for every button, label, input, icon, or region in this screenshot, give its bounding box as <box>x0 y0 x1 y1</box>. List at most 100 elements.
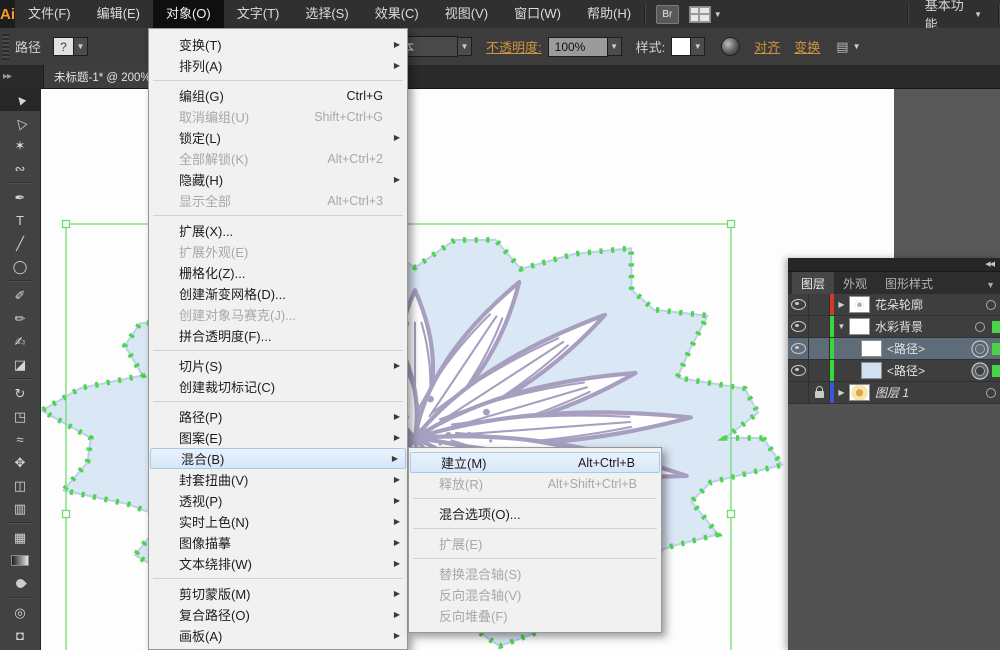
opacity-dropdown[interactable]: ▼ <box>607 37 622 56</box>
lock-toggle[interactable] <box>809 316 830 337</box>
menubar-item[interactable]: 窗口(W) <box>501 0 574 28</box>
layer-thumbnail[interactable] <box>849 384 870 401</box>
visibility-toggle[interactable] <box>788 360 809 381</box>
expand-toggle[interactable]: ▶ <box>834 300 849 309</box>
object-menu-item[interactable]: 栅格化(Z)... <box>149 262 407 283</box>
menubar-item[interactable]: 帮助(H) <box>574 0 644 28</box>
panel-grip[interactable] <box>2 33 9 60</box>
object-menu-item[interactable]: 创建裁切标记(C) <box>149 376 407 397</box>
blend-submenu-item[interactable]: 反向堆叠(F) <box>409 605 661 626</box>
target-indicator[interactable] <box>982 299 1000 310</box>
layer-name[interactable]: 水彩背景 <box>875 318 971 335</box>
opacity-link[interactable]: 不透明度: <box>486 37 542 56</box>
object-menu-item[interactable]: 图像描摹 ▶ <box>149 532 407 553</box>
shape-builder-tool[interactable]: ◫ <box>0 474 40 497</box>
object-menu-item[interactable]: 创建对象马赛克(J)... <box>149 304 407 325</box>
selection-tool[interactable]: ▲ <box>0 88 40 111</box>
object-menu-item-highlighted[interactable]: 混合(B) ▶ <box>150 448 406 469</box>
menubar-item[interactable]: 文件(F) <box>15 0 84 28</box>
object-menu-item[interactable]: 全部解锁(K) Alt+Ctrl+2 <box>149 148 407 169</box>
opacity-value[interactable]: 100% <box>547 36 608 57</box>
layer-name[interactable]: <路径> <box>887 340 971 357</box>
pencil-tool[interactable]: ✏ <box>0 307 40 330</box>
object-menu-item[interactable]: 隐藏(H) ▶ <box>149 169 407 190</box>
mesh-tool[interactable]: ▦ <box>0 526 40 549</box>
layer-thumbnail[interactable] <box>861 340 882 357</box>
layer-thumbnail[interactable] <box>861 362 882 379</box>
blend-submenu-item[interactable]: 替换混合轴(S) <box>409 563 661 584</box>
stroke-preset-dropdown[interactable]: ▼ <box>458 37 473 56</box>
object-menu-item[interactable]: 排列(A) ▶ <box>149 55 407 76</box>
layer-row[interactable]: ▶ 图层 1 <box>788 382 1000 404</box>
visibility-toggle[interactable] <box>788 316 809 337</box>
blob-brush-tool[interactable]: ✍ <box>0 330 40 353</box>
object-menu-item[interactable]: 封套扭曲(V) ▶ <box>149 469 407 490</box>
blend-submenu-item[interactable]: 反向混合轴(V) <box>409 584 661 605</box>
menubar-item[interactable]: 效果(C) <box>362 0 432 28</box>
ellipse-tool[interactable]: ◯ <box>0 255 40 278</box>
layer-row[interactable]: ▼ 水彩背景 <box>788 316 1000 338</box>
panel-tab-图形样式[interactable]: 图形样式 <box>876 272 942 294</box>
menubar-item[interactable]: 对象(O) <box>152 0 224 28</box>
layer-name[interactable]: <路径> <box>887 362 971 379</box>
gradient-tool[interactable] <box>0 549 40 572</box>
visibility-toggle[interactable] <box>788 382 809 403</box>
lock-toggle[interactable] <box>809 360 830 381</box>
object-menu-item[interactable]: 扩展(X)... <box>149 220 407 241</box>
object-menu-item[interactable]: 变换(T) ▶ <box>149 34 407 55</box>
blend-submenu-item[interactable]: 混合选项(O)... <box>409 503 661 524</box>
layer-row[interactable]: <路径> <box>788 338 1000 360</box>
expand-toggle[interactable]: ▼ <box>834 322 849 331</box>
object-menu-item[interactable]: 扩展外观(E) <box>149 241 407 262</box>
direct-selection-tool[interactable]: △ <box>0 111 40 134</box>
column-graph-tool[interactable]: ▥ <box>0 497 40 520</box>
visibility-toggle[interactable] <box>788 338 809 359</box>
target-indicator[interactable] <box>971 321 989 332</box>
fill-style-dropdown[interactable]: ▼ <box>74 37 89 56</box>
target-indicator[interactable] <box>982 387 1000 398</box>
object-menu-item[interactable]: 切片(S) ▶ <box>149 355 407 376</box>
object-menu-item[interactable]: 显示全部 Alt+Ctrl+3 <box>149 190 407 211</box>
panel-menu-icon[interactable]: ▼ <box>986 280 1000 294</box>
object-menu-item[interactable]: 实时上色(N) ▶ <box>149 511 407 532</box>
object-menu-item[interactable]: 图案(E) ▶ <box>149 427 407 448</box>
width-tool[interactable]: ≈ <box>0 428 40 451</box>
symbol-sprayer-tool[interactable]: ◘ <box>0 624 40 647</box>
arrange-documents-button[interactable]: ▼ <box>688 5 722 23</box>
panel-tab-外观[interactable]: 外观 <box>834 272 876 294</box>
isolate-selection-icon[interactable]: ▤ ▼ <box>836 39 860 55</box>
object-menu-item[interactable]: 画板(A) ▶ <box>149 625 407 646</box>
layer-thumbnail[interactable] <box>849 318 870 335</box>
object-menu-item[interactable]: 透视(P) ▶ <box>149 490 407 511</box>
visibility-toggle[interactable] <box>788 294 809 315</box>
fill-style-box[interactable]: ? <box>53 37 75 56</box>
rotate-tool[interactable]: ↻ <box>0 382 40 405</box>
eyedropper-tool[interactable] <box>0 572 40 595</box>
bridge-button[interactable]: Br <box>655 4 679 24</box>
type-tool[interactable]: T <box>0 209 40 232</box>
blend-submenu-item-highlighted[interactable]: 建立(M) Alt+Ctrl+B <box>410 452 660 473</box>
object-menu-item[interactable]: 拼合透明度(F)... <box>149 325 407 346</box>
object-menu-item[interactable]: 创建渐变网格(D)... <box>149 283 407 304</box>
object-menu-item[interactable]: 剪切蒙版(M) ▶ <box>149 583 407 604</box>
eraser-tool[interactable]: ◪ <box>0 353 40 376</box>
paintbrush-tool[interactable]: ✐ <box>0 284 40 307</box>
blend-submenu-item[interactable]: 释放(R) Alt+Shift+Ctrl+B <box>409 473 661 494</box>
lasso-tool[interactable]: ∾ <box>0 157 40 180</box>
layer-name[interactable]: 图层 1 <box>875 384 982 401</box>
menubar-item[interactable]: 编辑(E) <box>84 0 153 28</box>
target-indicator[interactable] <box>971 343 989 354</box>
object-menu-item[interactable]: 文本绕排(W) ▶ <box>149 553 407 574</box>
style-swatch[interactable] <box>671 37 692 56</box>
lock-toggle[interactable] <box>809 294 830 315</box>
target-indicator[interactable] <box>971 365 989 376</box>
line-segment-tool[interactable]: ╱ <box>0 232 40 255</box>
scale-tool[interactable]: ◳ <box>0 405 40 428</box>
layer-name[interactable]: 花朵轮廓 <box>875 296 982 313</box>
layer-thumbnail[interactable] <box>849 296 870 313</box>
menubar-item[interactable]: 文字(T) <box>224 0 293 28</box>
menubar-item[interactable]: 视图(V) <box>432 0 501 28</box>
object-menu-item[interactable]: 复合路径(O) ▶ <box>149 604 407 625</box>
free-transform-tool[interactable]: ✥ <box>0 451 40 474</box>
panel-tab-图层[interactable]: 图层 <box>792 272 835 294</box>
